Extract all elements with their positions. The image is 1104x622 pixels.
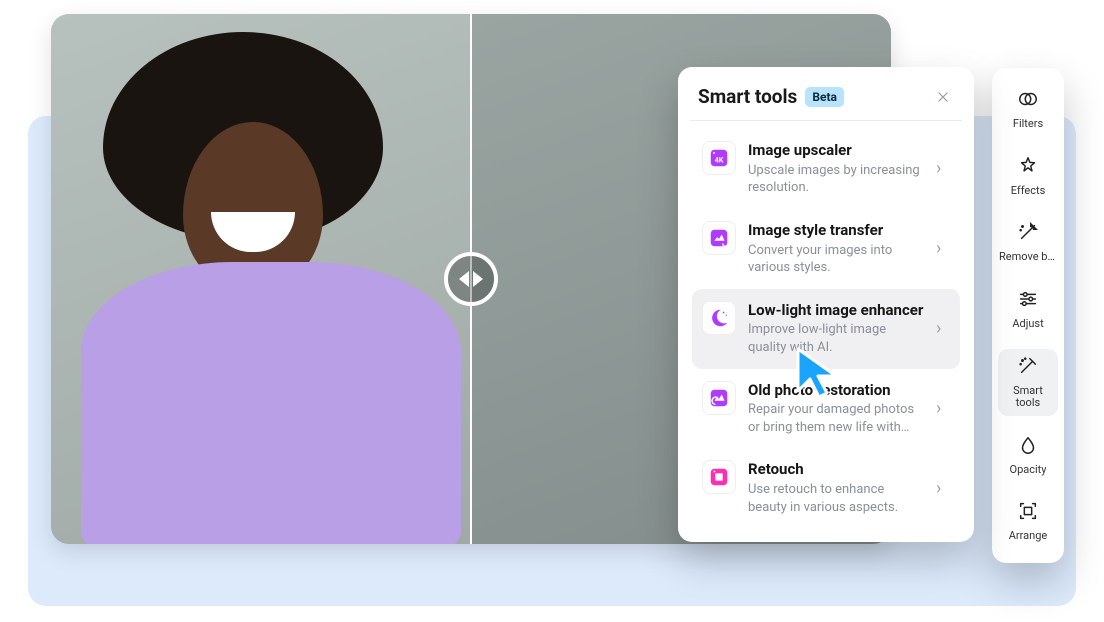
chevron-right-icon: › xyxy=(936,238,950,259)
tool-name: Image upscaler xyxy=(748,141,924,160)
right-toolbar: Filters Effects Remove backgr… Adjust Sm… xyxy=(992,68,1064,563)
tool-moon[interactable]: Low-light image enhancer Improve low-lig… xyxy=(692,289,960,369)
tool-name: Retouch xyxy=(748,460,924,479)
rail-icon xyxy=(1017,88,1039,114)
rail-label: Remove backgr… xyxy=(999,251,1057,264)
rail-arrange[interactable]: Arrange xyxy=(998,494,1058,549)
restore-icon xyxy=(702,381,736,415)
chevron-right-icon: › xyxy=(936,398,950,419)
chevron-right-icon: › xyxy=(936,158,950,179)
tool-desc: Repair your damaged photos or bring them… xyxy=(748,401,924,436)
rail-label: Smart tools xyxy=(1000,385,1056,410)
rail-remove-backgr[interactable]: Remove backgr… xyxy=(998,215,1058,270)
chevron-right-icon: › xyxy=(936,478,950,499)
tool-desc: Improve low-light image quality with AI. xyxy=(748,321,924,356)
rail-label: Adjust xyxy=(1012,318,1043,331)
tool-desc: Use retouch to enhance beauty in various… xyxy=(748,481,924,516)
tool-style[interactable]: Image style transfer Convert your images… xyxy=(692,209,960,289)
retouch-icon xyxy=(702,460,736,494)
tool-desc: Upscale images by increasing resolution. xyxy=(748,162,924,197)
rail-adjust[interactable]: Adjust xyxy=(998,282,1058,337)
tool-name: Image style transfer xyxy=(748,221,924,240)
tool-restore[interactable]: Old photo restoration Repair your damage… xyxy=(692,369,960,449)
rail-label: Opacity xyxy=(1010,464,1047,477)
rail-icon xyxy=(1017,221,1039,247)
chevron-right-icon xyxy=(473,271,483,287)
tool-retouch[interactable]: Retouch Use retouch to enhance beauty in… xyxy=(692,448,960,528)
tool-upscale[interactable]: 4K Image upscaler Upscale images by incr… xyxy=(692,129,960,209)
rail-icon xyxy=(1017,288,1039,314)
beta-badge: Beta xyxy=(805,87,844,107)
chevron-left-icon xyxy=(459,271,469,287)
rail-icon xyxy=(1017,434,1039,460)
upscale-icon: 4K xyxy=(702,141,736,175)
rail-opacity[interactable]: Opacity xyxy=(998,428,1058,483)
panel-title: Smart tools xyxy=(698,85,797,108)
rail-label: Filters xyxy=(1013,118,1043,131)
moon-icon xyxy=(702,301,736,335)
tool-desc: Convert your images into various styles. xyxy=(748,242,924,277)
rail-icon xyxy=(1017,155,1039,181)
smart-tools-panel: Smart tools Beta 4K Image upscaler Upsca… xyxy=(678,67,974,542)
rail-icon xyxy=(1017,500,1039,526)
tool-name: Old photo restoration xyxy=(748,381,924,400)
rail-label: Arrange xyxy=(1009,530,1047,543)
rail-filters[interactable]: Filters xyxy=(998,82,1058,137)
panel-divider xyxy=(690,120,962,121)
rail-smart-tools[interactable]: Smart tools xyxy=(998,349,1058,416)
rail-icon xyxy=(1017,355,1039,381)
rail-effects[interactable]: Effects xyxy=(998,149,1058,204)
close-icon xyxy=(936,90,950,104)
rail-label: Effects xyxy=(1011,185,1046,198)
close-button[interactable] xyxy=(932,86,954,108)
tool-name: Low-light image enhancer xyxy=(748,301,924,320)
compare-slider-handle[interactable] xyxy=(444,252,498,306)
chevron-right-icon: › xyxy=(936,318,950,339)
image-before xyxy=(51,14,471,544)
tool-list: 4K Image upscaler Upscale images by incr… xyxy=(692,129,960,528)
svg-text:4K: 4K xyxy=(715,156,724,165)
style-icon xyxy=(702,221,736,255)
